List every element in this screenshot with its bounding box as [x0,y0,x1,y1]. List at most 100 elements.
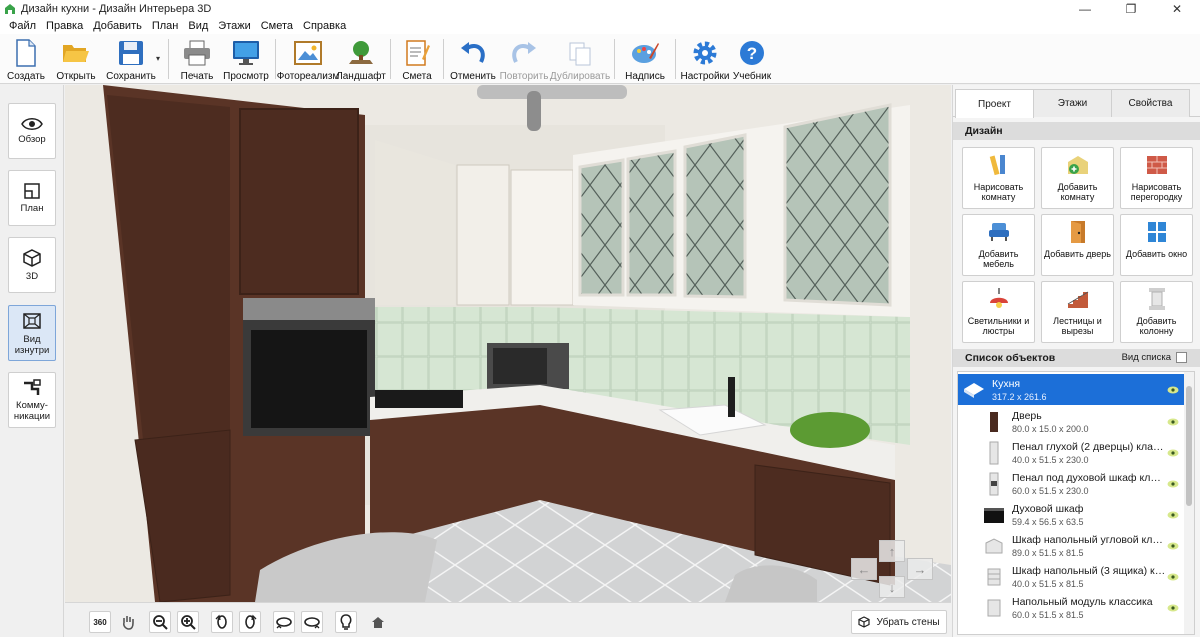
list-item[interactable]: Шкаф напольный (3 ящика) кла... 40.0 x 51… [978,561,1184,592]
tutorial-button[interactable]: ? Учебник [730,34,774,84]
visibility-eye-icon[interactable] [1166,572,1180,582]
list-mode-toggle[interactable]: Вид списка [1122,352,1187,363]
lighting-button[interactable] [335,611,357,633]
oven-thumb-icon [982,503,1006,527]
visibility-eye-icon[interactable] [1166,603,1180,613]
window-title: Дизайн кухни - Дизайн Интерьера 3D [21,3,212,15]
view-communications-button[interactable]: Комму-никации [8,372,56,428]
menu-estimate[interactable]: Смета [256,20,298,32]
home-view-button[interactable] [367,611,389,633]
add-furniture-button[interactable]: Добавить мебель [962,214,1035,276]
inside-view-icon [23,312,41,329]
save-dropdown-icon[interactable]: ▾ [156,54,160,63]
communications-icon [24,378,41,395]
menu-help[interactable]: Справка [298,20,351,32]
camera-down-button[interactable]: ↓ [879,576,905,598]
new-file-icon [11,38,41,68]
tilt-up-button[interactable] [301,611,323,633]
duplicate-button[interactable]: Дублировать [550,34,610,84]
maximize-button[interactable]: ❐ [1108,0,1154,18]
print-button[interactable]: Печать [173,34,221,84]
minimize-button[interactable]: — [1062,0,1108,18]
menu-edit[interactable]: Правка [41,20,88,32]
zoom-out-button[interactable] [149,611,171,633]
landscape-button[interactable]: Ландшафт [336,34,386,84]
stairs-button[interactable]: Лестницы и вырезы [1041,281,1114,343]
estimate-button[interactable]: Смета [395,34,439,84]
menu-plan[interactable]: План [147,20,184,32]
objects-header-title: Список объектов [965,352,1056,364]
photorealism-button[interactable]: Фотореализм [277,34,339,84]
column-icon [1144,286,1170,312]
visibility-eye-icon[interactable] [1166,510,1180,520]
save-button[interactable]: Сохранить [102,34,160,84]
redo-button[interactable]: Повторить [498,34,550,84]
rotate-left-button[interactable] [211,611,233,633]
add-column-button[interactable]: Добавить колонну [1120,281,1193,343]
stairs-icon [1065,286,1091,312]
tab-properties[interactable]: Свойства [1111,89,1190,117]
ceiling-lamp-icon [986,286,1012,312]
view-plan-button[interactable]: План [8,170,56,226]
window-icon [1144,219,1170,245]
label-button[interactable]: Надпись [619,34,671,84]
hand-icon [123,616,134,630]
draw-room-button[interactable]: Нарисовать комнату [962,147,1035,209]
settings-button[interactable]: Настройки [680,34,730,84]
create-button[interactable]: Создать [2,34,50,84]
folder-icon [61,38,91,68]
lights-button[interactable]: Светильники и люстры [962,281,1035,343]
visibility-eye-icon[interactable] [1166,541,1180,551]
visibility-eye-icon[interactable] [1166,385,1180,395]
list-item[interactable]: Пенал глухой (2 дверцы) класс... 40.0 x 5… [978,437,1184,468]
add-room-button[interactable]: Добавить комнату [1041,147,1114,209]
draw-partition-button[interactable]: Нарисовать перегородку [1120,147,1193,209]
title-bar: Дизайн кухни - Дизайн Интерьера 3D — ❐ ✕ [0,0,1200,18]
camera-right-button[interactable]: → [907,558,933,580]
add-door-button[interactable]: Добавить дверь [1041,214,1114,276]
preview-button[interactable]: Просмотр [221,34,271,84]
remove-walls-button[interactable]: Убрать стены [851,610,947,634]
list-item[interactable]: Шкаф напольный угловой клас... 89.0 x 51.… [978,530,1184,561]
list-item[interactable]: Пенал под духовой шкаф класс... 60.0 x 51… [978,468,1184,499]
app-logo-icon [5,4,15,14]
close-button[interactable]: ✕ [1154,0,1200,18]
tilt-down-button[interactable] [273,611,295,633]
door-icon [1065,219,1091,245]
camera-left-button[interactable]: ← [851,558,877,580]
cube-icon [23,249,41,267]
tilt-down-icon [276,617,292,629]
view-3d-button[interactable]: 3D [8,237,56,293]
eye-icon [21,118,43,130]
undo-button[interactable]: Отменить [448,34,498,84]
list-item[interactable]: Дверь 80.0 x 15.0 x 200.0 [978,406,1184,437]
view-inside-button[interactable]: Вид изнутри [8,305,56,361]
menu-floors[interactable]: Этажи [213,20,255,32]
duplicate-icon [565,38,595,68]
pan-hand-button[interactable] [117,611,139,633]
menu-view[interactable]: Вид [183,20,213,32]
3d-viewport[interactable]: ↑ ← → ↓ [65,85,951,602]
list-item[interactable]: Духовой шкаф 59.4 x 56.5 x 63.5 [978,499,1184,530]
tab-floors[interactable]: Этажи [1033,89,1112,117]
object-list-scrollbar[interactable] [1184,372,1194,634]
visibility-eye-icon[interactable] [1166,479,1180,489]
view-overview-button[interactable]: Обзор [8,103,56,159]
add-window-button[interactable]: Добавить окно [1120,214,1193,276]
door-thumb-icon [982,410,1006,434]
menu-file[interactable]: Файл [4,20,41,32]
open-button[interactable]: Открыть [50,34,102,84]
rotate-right-button[interactable] [239,611,261,633]
visibility-eye-icon[interactable] [1166,448,1180,458]
zoom-out-icon [153,615,168,630]
rotate-360-button[interactable]: 360 [89,611,111,633]
visibility-eye-icon[interactable] [1166,417,1180,427]
menu-add[interactable]: Добавить [88,20,147,32]
zoom-in-button[interactable] [177,611,199,633]
tilt-up-icon [304,617,320,629]
scrollbar-thumb[interactable] [1186,386,1192,506]
list-item[interactable]: Напольный модуль классика 60.0 x 51.5 x 8… [978,592,1184,623]
camera-up-button[interactable]: ↑ [879,540,905,562]
list-item[interactable]: Кухня 317.2 x 261.6 [958,374,1184,405]
tab-project[interactable]: Проект [955,89,1034,118]
